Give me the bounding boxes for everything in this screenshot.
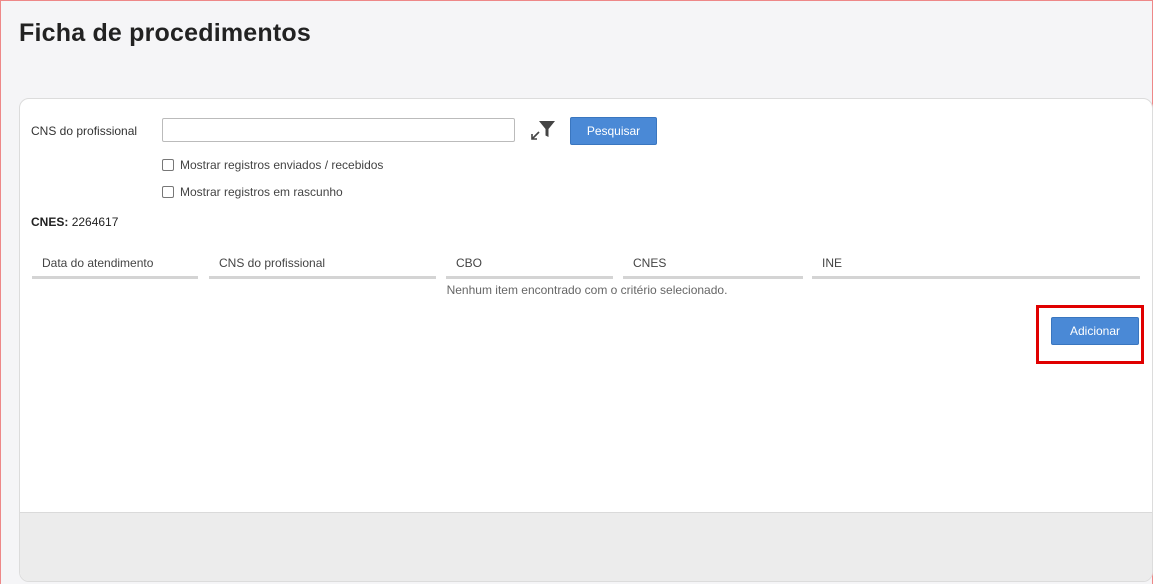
column-header-cns[interactable]: CNS do profissional — [209, 251, 436, 279]
show-drafts-checkbox[interactable] — [162, 186, 174, 198]
show-drafts-option[interactable]: Mostrar registros em rascunho — [162, 184, 343, 200]
filter-icon[interactable] — [529, 118, 557, 142]
cnes-info: CNES: 2264617 — [31, 215, 118, 229]
cnes-value: 2264617 — [71, 215, 119, 229]
cns-input[interactable] — [162, 118, 515, 142]
show-drafts-label: Mostrar registros em rascunho — [180, 185, 343, 199]
search-button[interactable]: Pesquisar — [570, 117, 657, 145]
page-title: Ficha de procedimentos — [19, 19, 311, 47]
show-sent-received-checkbox[interactable] — [162, 159, 174, 171]
panel-footer — [20, 512, 1152, 581]
empty-table-message: Nenhum item encontrado com o critério se… — [446, 283, 728, 297]
procedures-panel: CNS do profissional Pesquisar Mostrar re… — [19, 98, 1153, 582]
column-header-cbo[interactable]: CBO — [446, 251, 613, 279]
show-sent-received-option[interactable]: Mostrar registros enviados / recebidos — [162, 157, 383, 173]
cnes-label: CNES: — [31, 215, 69, 229]
highlight-box — [1036, 305, 1144, 364]
column-header-date[interactable]: Data do atendimento — [32, 251, 198, 279]
show-sent-received-label: Mostrar registros enviados / recebidos — [180, 158, 384, 172]
cns-label: CNS do profissional — [31, 124, 138, 138]
column-header-cnes[interactable]: CNES — [623, 251, 803, 279]
window-frame: Ficha de procedimentos CNS do profission… — [0, 0, 1153, 584]
column-header-ine[interactable]: INE — [812, 251, 1140, 279]
